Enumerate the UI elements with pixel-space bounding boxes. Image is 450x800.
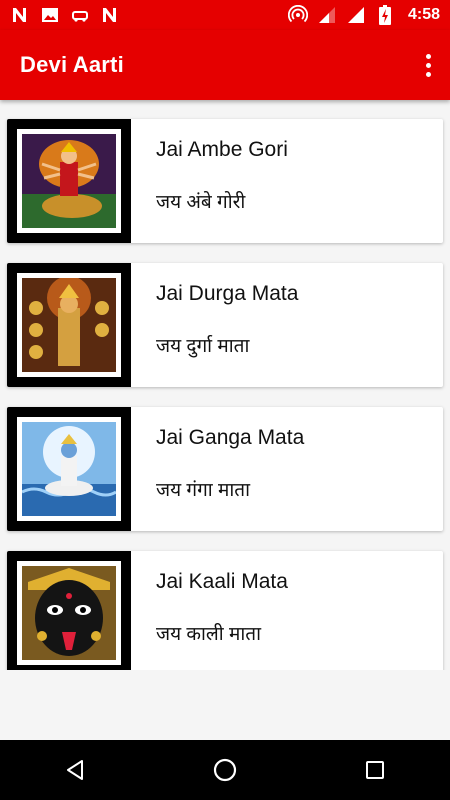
car-icon (70, 5, 90, 25)
battery-charging-icon (375, 5, 395, 25)
more-vert-icon[interactable] (416, 45, 440, 85)
thumbnail-frame (7, 551, 131, 670)
app-title: Devi Aarti (20, 52, 124, 77)
status-bar: 4:58 (0, 0, 450, 30)
aarti-title-hindi: जय गंगा माता (156, 480, 251, 501)
n-logo-icon (10, 5, 30, 25)
aarti-title-hindi: जय दुर्गा माता (156, 336, 250, 357)
signal-full-icon (346, 5, 366, 25)
list-item[interactable]: Jai Ambe Gori जय अंबे गोरी (7, 119, 443, 243)
n-logo-icon (100, 5, 120, 25)
aarti-title-english: Jai Ganga Mata (156, 426, 305, 449)
home-icon[interactable] (195, 745, 255, 795)
app-toolbar: Devi Aarti (0, 30, 450, 100)
durga-on-lion-image (22, 134, 116, 228)
signal-icon (317, 5, 337, 25)
clock: 4:58 (407, 6, 440, 23)
thumbnail-frame (7, 407, 131, 531)
list-item[interactable]: Jai Ganga Mata जय गंगा माता (7, 407, 443, 531)
back-icon[interactable] (45, 745, 105, 795)
aarti-title-hindi: जय अंबे गोरी (156, 192, 246, 213)
aarti-title-english: Jai Kaali Mata (156, 570, 288, 593)
system-icons: 4:58 (287, 5, 440, 25)
notification-icons (10, 5, 120, 25)
kaali-image (22, 566, 116, 660)
aarti-title-english: Jai Ambe Gori (156, 138, 288, 161)
aarti-title-english: Jai Durga Mata (156, 282, 299, 305)
list-item[interactable]: Jai Kaali Mata जय काली माता (7, 551, 443, 670)
recents-icon[interactable] (345, 745, 405, 795)
durga-idol-image (22, 278, 116, 372)
hotspot-icon (287, 5, 308, 25)
system-nav-bar (0, 740, 450, 800)
aarti-list[interactable]: Jai Ambe Gori जय अंबे गोरी Jai Durga Mat… (0, 100, 450, 670)
aarti-title-hindi: जय काली माता (156, 624, 262, 645)
image-icon (40, 5, 60, 25)
ganga-image (22, 422, 116, 516)
thumbnail-frame (7, 119, 131, 243)
list-item[interactable]: Jai Durga Mata जय दुर्गा माता (7, 263, 443, 387)
thumbnail-frame (7, 263, 131, 387)
